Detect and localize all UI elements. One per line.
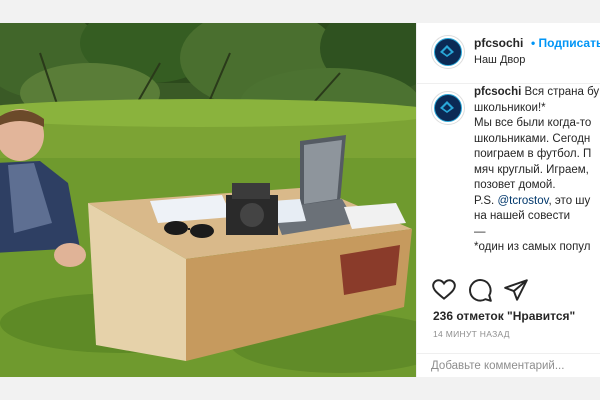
page-frame: pfcsochi • Подписаться Наш Двор pfcsochi… [0, 0, 600, 400]
caption-line: , это шу [548, 194, 591, 207]
heart-icon[interactable] [431, 277, 457, 303]
caption-line: — [474, 225, 486, 238]
likes-count[interactable]: 236 отметок "Нравится" [433, 309, 575, 323]
post-header: pfcsochi • Подписаться Наш Двор [417, 23, 600, 84]
post-photo[interactable] [0, 23, 416, 377]
caption-line: мяч круглый. Играем, [474, 163, 589, 176]
caption-username[interactable]: pfcsochi [474, 86, 521, 98]
caption-line: школьникои!* [474, 101, 546, 114]
photo-illustration [0, 23, 416, 377]
mention-link[interactable]: @tcrostov [497, 195, 548, 207]
username[interactable]: pfcsochi [474, 36, 523, 50]
caption-avatar[interactable] [431, 91, 465, 125]
caption-line: поиграем в футбол. П [474, 148, 592, 160]
post-timestamp[interactable]: 14 МИНУТ НАЗАД [433, 329, 510, 339]
post-sidebar: pfcsochi • Подписаться Наш Двор pfcsochi… [416, 23, 600, 377]
avatar[interactable] [431, 35, 465, 69]
comment-input[interactable] [431, 358, 591, 374]
caption-line: Вся страна бу [524, 86, 600, 98]
caption-line: школьниками. Сегодн [474, 132, 591, 145]
club-logo-icon [440, 45, 454, 57]
caption-line: позовет домой. [474, 179, 556, 191]
caption-line: *один из самых попул [474, 241, 591, 253]
comment-box [417, 353, 600, 377]
share-icon[interactable] [503, 277, 529, 303]
caption-line: Мы все были когда-то [474, 117, 592, 129]
caption-line: P.S. [474, 194, 498, 207]
post-caption: pfcsochi Вся страна бу школьникои!* Мы в… [474, 85, 600, 256]
club-logo-icon [440, 101, 454, 113]
comment-icon[interactable] [467, 277, 493, 303]
follow-button[interactable]: • Подписаться [531, 36, 600, 50]
location-link[interactable]: Наш Двор [474, 54, 525, 66]
caption-line: на нашей совести [474, 210, 571, 222]
action-bar [417, 273, 600, 309]
